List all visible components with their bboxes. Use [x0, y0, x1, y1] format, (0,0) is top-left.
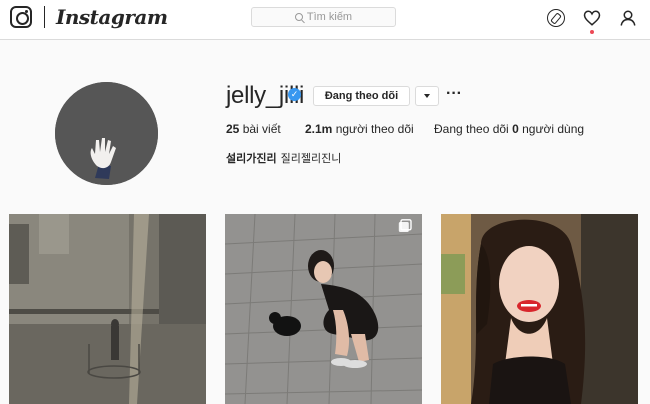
- suggestions-dropdown-button[interactable]: [415, 86, 439, 106]
- following-prefix: Đang theo dõi: [434, 122, 509, 136]
- search-icon: [294, 13, 303, 21]
- posts-count: 25: [226, 122, 240, 136]
- notification-dot: [590, 30, 594, 34]
- post-image-smiling-portrait: [441, 214, 638, 404]
- following-label: người dùng: [522, 122, 585, 136]
- top-nav-bar: Instagram Tìm kiếm: [0, 0, 650, 40]
- search-placeholder: Tìm kiếm: [306, 11, 353, 23]
- explore-compass-icon[interactable]: [547, 9, 565, 27]
- followers-label: người theo dõi: [335, 122, 414, 136]
- logo-divider: [44, 6, 45, 28]
- profile-bio: 설리가진리 질리젤리진니: [226, 150, 341, 166]
- post-tile-1[interactable]: [9, 214, 206, 404]
- posts-stat: 25 bài viết: [226, 122, 281, 136]
- bio-full-name: 설리가진리: [226, 153, 277, 165]
- avatar-hand-image: [55, 82, 158, 185]
- instagram-camera-icon[interactable]: [10, 6, 32, 28]
- bio-text: 질리젤리진니: [280, 153, 342, 165]
- post-image-rooftop: [9, 214, 206, 404]
- profile-person-icon[interactable]: [619, 9, 637, 27]
- posts-label: bài viết: [242, 122, 281, 136]
- following-button[interactable]: Đang theo dõi: [313, 86, 410, 106]
- post-tile-3[interactable]: [441, 214, 638, 404]
- multiple-photos-icon: [398, 219, 412, 232]
- following-count: 0: [512, 122, 519, 136]
- following-stat[interactable]: Đang theo dõi 0 người dùng: [434, 122, 584, 136]
- followers-stat[interactable]: 2.1m người theo dõi: [305, 122, 414, 136]
- more-options-icon[interactable]: ···: [446, 85, 462, 103]
- post-image-woman-with-cat: [225, 214, 422, 404]
- post-tile-2[interactable]: [225, 214, 422, 404]
- profile-avatar[interactable]: [55, 82, 158, 185]
- activity-heart-icon[interactable]: [583, 9, 601, 27]
- followers-count: 2.1m: [305, 122, 333, 136]
- search-input[interactable]: Tìm kiếm: [251, 7, 396, 27]
- verified-badge-icon: ✓: [288, 88, 301, 101]
- instagram-wordmark[interactable]: Instagram: [56, 5, 168, 29]
